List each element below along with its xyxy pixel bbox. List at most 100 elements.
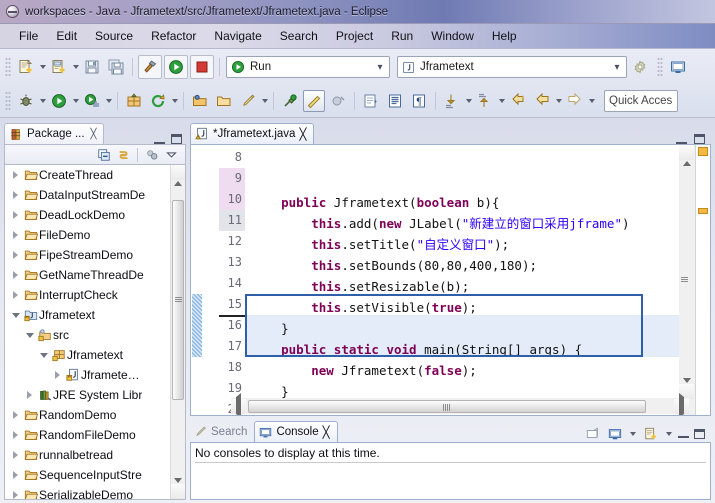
quick-access-input[interactable]: Quick Acces (604, 90, 678, 112)
last-edit-location-button[interactable] (507, 90, 529, 112)
tree-item-interruptcheck[interactable]: InterruptCheck (5, 285, 185, 305)
link-with-editor-button[interactable] (115, 146, 132, 163)
scroll-up-button[interactable] (171, 165, 185, 180)
build-hammer-button[interactable] (138, 55, 162, 79)
code-line-10[interactable]: this.setTitle("自定义窗口"); (245, 234, 710, 255)
tree-twisty-icon[interactable] (9, 471, 22, 479)
previous-member-dropdown-icon[interactable] (497, 90, 506, 112)
open-perspective-button[interactable] (667, 56, 689, 78)
toggle-mark-occurrences-button[interactable] (303, 90, 325, 112)
previous-member-button[interactable] (474, 90, 496, 112)
maximize-editor-button[interactable] (694, 134, 705, 144)
launch-target-combo[interactable]: Jframetext ▾ (397, 56, 627, 78)
tree-item-getnamethreadde[interactable]: GetNameThreadDe (5, 265, 185, 285)
save-all-button[interactable] (105, 56, 127, 78)
new-console-view-button[interactable] (642, 425, 659, 442)
code-line-15[interactable]: public static void main(String[] args) { (245, 339, 710, 360)
open-type-button[interactable] (189, 90, 211, 112)
maximize-view-button[interactable] (171, 134, 182, 144)
tree-twisty-icon[interactable] (9, 211, 22, 219)
tree-twisty-icon[interactable] (9, 231, 22, 239)
tree-twisty-icon[interactable] (9, 171, 22, 179)
code-line-13[interactable]: this.setVisible(true); (245, 297, 710, 318)
next-member-dropdown-icon[interactable] (464, 90, 473, 112)
tree-item-createthread[interactable]: CreateThread (5, 165, 185, 185)
menu-item-project[interactable]: Project (327, 27, 382, 45)
next-member-button[interactable] (441, 90, 463, 112)
forward-dropdown-icon[interactable] (587, 90, 596, 112)
editor-hscroll-thumb[interactable] (248, 400, 646, 413)
run-config-combo[interactable]: Run ▾ (226, 56, 390, 78)
view-menu-focus-button[interactable] (143, 146, 160, 163)
skip-breakpoints-button[interactable] (327, 90, 349, 112)
maximize-console-button[interactable] (694, 429, 705, 439)
editor-scroll-right-button[interactable] (674, 399, 689, 414)
tree-item-fipestreamdemo[interactable]: FipeStreamDemo (5, 245, 185, 265)
run-last-button[interactable] (48, 90, 70, 112)
overview-marker-warning[interactable] (698, 147, 708, 156)
new-console-dropdown-icon[interactable] (664, 426, 673, 442)
tree-twisty-icon[interactable] (9, 411, 22, 419)
refresh-dropdown-icon[interactable] (170, 90, 179, 112)
tree-item-datainputstreamde[interactable]: DataInputStreamDe (5, 185, 185, 205)
tree-item-serializabledemo[interactable]: SerializableDemo (5, 485, 185, 500)
editor-scroll-left-button[interactable] (231, 399, 246, 414)
tree-twisty-icon[interactable] (9, 451, 22, 459)
open-resource-button[interactable] (213, 90, 235, 112)
code-line-8[interactable]: public Jframetext(boolean b){ (245, 192, 710, 213)
code-line-16[interactable]: new Jframetext(false); (245, 360, 710, 381)
pilcrow-button[interactable]: ¶ (408, 90, 430, 112)
minimize-view-button[interactable] (154, 135, 165, 144)
tree-twisty-icon[interactable] (9, 251, 22, 259)
run-coverage-button[interactable] (81, 90, 103, 112)
editor-horizontal-scrollbar[interactable] (231, 398, 689, 414)
forward-button[interactable] (564, 90, 586, 112)
launch-target-chevron-down-icon[interactable]: ▾ (610, 62, 624, 73)
tab-jframetext-java[interactable]: *Jframetext.java ╳ (190, 123, 314, 144)
scrollbar-thumb[interactable] (172, 200, 184, 400)
menu-item-search[interactable]: Search (271, 27, 327, 45)
menu-item-edit[interactable]: Edit (47, 27, 86, 45)
minimize-editor-button[interactable] (676, 135, 687, 144)
tree-twisty-icon[interactable] (9, 491, 22, 499)
editor-annotation-ruler[interactable] (191, 145, 205, 415)
display-selected-console-button[interactable] (606, 425, 623, 442)
tree-item-randomfiledemo[interactable]: RandomFileDemo (5, 425, 185, 445)
code-line-11[interactable]: this.setBounds(80,80,400,180); (245, 255, 710, 276)
tree-item-deadlockdemo[interactable]: DeadLockDemo (5, 205, 185, 225)
new-java-class-button[interactable] (48, 56, 70, 78)
tab-package-explorer[interactable]: Package ... ╳ (4, 123, 104, 144)
debug-bug-button[interactable] (15, 90, 37, 112)
tree-twisty-icon[interactable] (23, 391, 36, 399)
open-console-button[interactable] (584, 425, 601, 442)
tree-item-sequenceinputstre[interactable]: SequenceInputStre (5, 465, 185, 485)
next-annotation-button[interactable] (360, 90, 382, 112)
display-console-dropdown-icon[interactable] (628, 426, 637, 442)
run-coverage-dropdown-icon[interactable] (104, 90, 113, 112)
toolbar-grip-3[interactable] (5, 91, 11, 111)
scroll-down-button[interactable] (171, 484, 185, 499)
debug-dropdown-icon[interactable] (38, 90, 47, 112)
save-button[interactable] (81, 56, 103, 78)
back-dropdown-icon[interactable] (554, 90, 563, 112)
editor-hscroll-track[interactable] (246, 399, 674, 414)
tree-item-randomdemo[interactable]: RandomDemo (5, 405, 185, 425)
close-icon[interactable]: ╳ (91, 129, 97, 140)
tree-item-jframetext[interactable]: Jframetext (5, 305, 185, 325)
tree-twisty-icon[interactable] (9, 291, 22, 299)
tree-twisty-icon[interactable] (37, 353, 50, 358)
toolbar-grip-2[interactable] (657, 57, 663, 77)
close-icon[interactable]: ╳ (323, 425, 330, 439)
quick-fix-dropdown-icon[interactable] (260, 90, 269, 112)
menu-item-navigate[interactable]: Navigate (205, 27, 270, 45)
run-button[interactable] (164, 55, 188, 79)
tree-twisty-icon[interactable] (9, 271, 22, 279)
package-explorer-tree[interactable]: CreateThreadDataInputStreamDeDeadLockDem… (4, 164, 186, 500)
tree-item-runnalbetread[interactable]: runnalbetread (5, 445, 185, 465)
menu-item-run[interactable]: Run (382, 27, 422, 45)
menu-item-window[interactable]: Window (422, 27, 483, 45)
new-package-button[interactable] (123, 90, 145, 112)
new-wizard-button[interactable] (15, 56, 37, 78)
tab-search[interactable]: Search (190, 421, 254, 442)
code-line-9[interactable]: this.add(new JLabel("新建立的窗口采用jframe") (245, 213, 710, 234)
